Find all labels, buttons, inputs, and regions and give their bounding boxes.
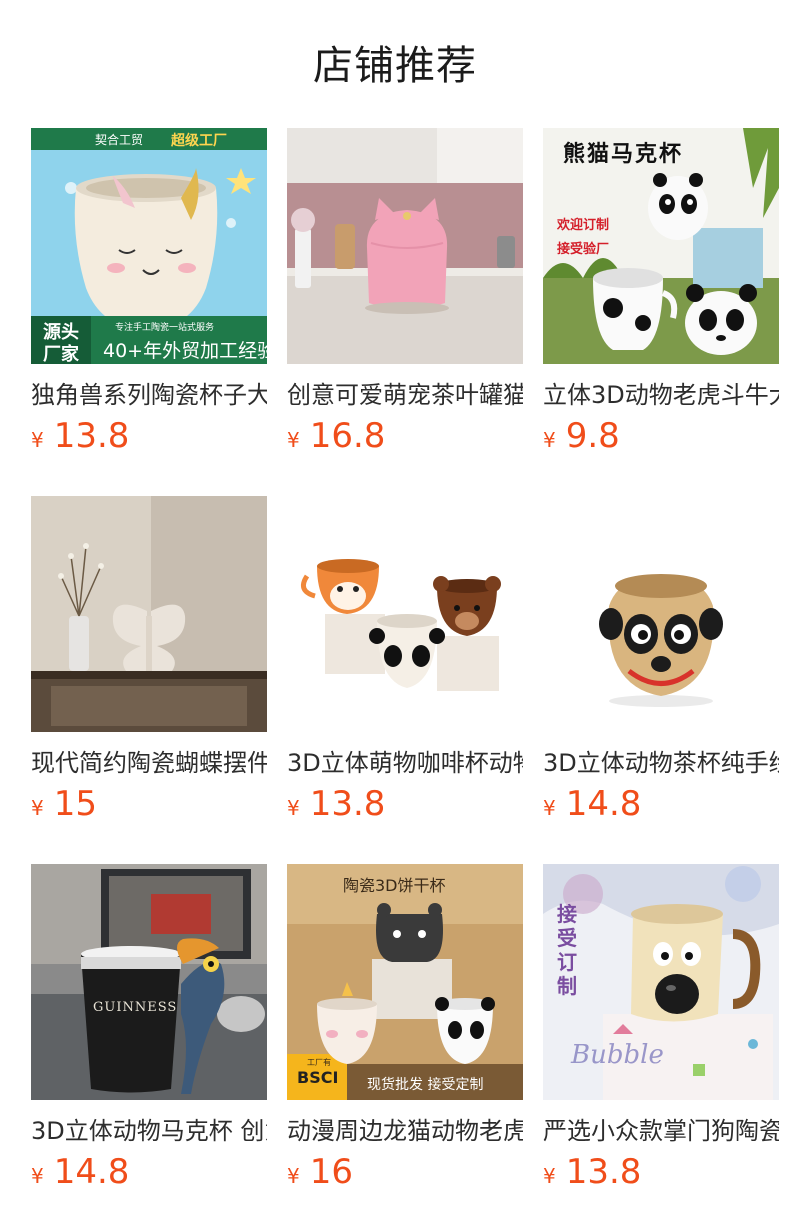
product-card[interactable]: 陶瓷3D饼干杯 工厂有 BSCI 现货批发 接受定制 动漫周边龙猫动物老虎 ¥ … xyxy=(287,864,523,1192)
price-value: 16 xyxy=(309,1152,353,1192)
product-price: ¥ 16.8 xyxy=(287,416,385,458)
product-name[interactable]: 3D立体动物茶杯纯手绘 xyxy=(543,746,779,780)
product-card[interactable]: 契合工贸 超级工厂 源头 厂家 专注手工陶瓷一站式服务 40+年外贸加工经验 独… xyxy=(31,128,267,456)
banner-tag-2: 接受验厂 xyxy=(557,242,610,257)
cat-tea-jar-illustration xyxy=(287,128,523,364)
banner-badge: 超级工厂 xyxy=(171,133,227,149)
store-recommendations-page: 店铺推荐 契合工贸 超级工厂 源头 厂家 专注手工陶瓷一站式服务 40+年外贸加… xyxy=(0,0,790,1232)
banner-headline: 熊猫马克杯 xyxy=(563,142,684,167)
currency-symbol: ¥ xyxy=(31,796,44,820)
product-name[interactable]: 现代简约陶瓷蝴蝶摆件 xyxy=(31,746,267,780)
butterfly-ornament-image[interactable] xyxy=(31,496,267,732)
product-card[interactable]: 3D立体萌物咖啡杯动物 ¥ 13.8 xyxy=(287,496,523,824)
product-card[interactable]: 熊猫马克杯 欢迎订制 接受验厂 立体3D动物老虎斗牛犬 ¥ 9.8 xyxy=(543,128,779,456)
currency-symbol: ¥ xyxy=(543,428,556,452)
product-price: ¥ 13.8 xyxy=(31,416,129,458)
currency-symbol: ¥ xyxy=(287,428,300,452)
product-price: ¥ 16 xyxy=(287,1152,353,1194)
price-value: 15 xyxy=(53,784,97,824)
product-card[interactable]: GUINNESS 3D立体动物马克杯 创意 ¥ 14.8 xyxy=(31,864,267,1192)
butterfly-ornament-illustration xyxy=(31,496,267,732)
banner-left-bottom: 厂家 xyxy=(43,344,79,364)
currency-symbol: ¥ xyxy=(31,428,44,452)
price-value: 16.8 xyxy=(309,416,386,456)
currency-symbol: ¥ xyxy=(543,796,556,820)
product-card[interactable]: 现代简约陶瓷蝴蝶摆件 ¥ 15 xyxy=(31,496,267,824)
product-name[interactable]: 立体3D动物老虎斗牛犬 xyxy=(543,378,779,412)
unicorn-mug-image[interactable]: 契合工贸 超级工厂 源头 厂家 专注手工陶瓷一站式服务 40+年外贸加工经验 xyxy=(31,128,267,364)
product-name[interactable]: 独角兽系列陶瓷杯子大 xyxy=(31,378,267,412)
price-value: 13.8 xyxy=(565,1152,642,1192)
banner-headline: 陶瓷3D饼干杯 xyxy=(343,876,446,895)
meerkat-mug-image[interactable] xyxy=(543,496,779,732)
page-title: 店铺推荐 xyxy=(313,43,477,89)
toucan-mug-image[interactable]: GUINNESS xyxy=(31,864,267,1100)
product-grid: 契合工贸 超级工厂 源头 厂家 专注手工陶瓷一站式服务 40+年外贸加工经验 独… xyxy=(31,128,779,1192)
currency-symbol: ¥ xyxy=(31,1164,44,1188)
product-price: ¥ 13.8 xyxy=(543,1152,641,1194)
cert-small-label: 工厂有 xyxy=(307,1058,331,1067)
price-value: 9.8 xyxy=(565,416,620,456)
cat-tea-jar-image[interactable] xyxy=(287,128,523,364)
currency-symbol: ¥ xyxy=(287,1164,300,1188)
cert-badge: BSCI xyxy=(297,1068,339,1087)
price-value: 14.8 xyxy=(565,784,642,824)
animal-coffee-cups-illustration xyxy=(287,496,523,732)
product-price: ¥ 14.8 xyxy=(31,1152,129,1194)
price-value: 14.8 xyxy=(53,1152,130,1192)
price-value: 13.8 xyxy=(53,416,130,456)
product-card[interactable]: 接受订制 Bubble 严选小众款掌门狗陶瓷 ¥ 13.8 xyxy=(543,864,779,1192)
product-card[interactable]: 创意可爱萌宠茶叶罐猫 ¥ 16.8 xyxy=(287,128,523,456)
product-name[interactable]: 严选小众款掌门狗陶瓷 xyxy=(543,1114,779,1148)
currency-symbol: ¥ xyxy=(543,1164,556,1188)
box-text: Bubble xyxy=(571,1040,664,1070)
product-price: ¥ 13.8 xyxy=(287,784,385,826)
price-value: 13.8 xyxy=(309,784,386,824)
banner-footer: 现货批发 接受定制 xyxy=(367,1077,484,1093)
banner-tag-1: 欢迎订制 xyxy=(557,218,610,233)
currency-symbol: ¥ xyxy=(287,796,300,820)
mug-label: GUINNESS xyxy=(93,1000,178,1015)
panda-mugs-image[interactable]: 熊猫马克杯 欢迎订制 接受验厂 xyxy=(543,128,779,364)
product-name[interactable]: 3D立体萌物咖啡杯动物 xyxy=(287,746,523,780)
meerkat-mug-illustration xyxy=(543,496,779,732)
product-name[interactable]: 3D立体动物马克杯 创意 xyxy=(31,1114,267,1148)
product-name[interactable]: 动漫周边龙猫动物老虎 xyxy=(287,1114,523,1148)
product-name[interactable]: 创意可爱萌宠茶叶罐猫 xyxy=(287,378,523,412)
dog-mug-image[interactable]: 接受订制 Bubble xyxy=(543,864,779,1100)
product-price: ¥ 15 xyxy=(31,784,97,826)
banner-brand: 契合工贸 xyxy=(95,133,144,147)
toucan-mug-illustration xyxy=(31,864,267,1100)
product-card[interactable]: 3D立体动物茶杯纯手绘 ¥ 14.8 xyxy=(543,496,779,824)
banner-small: 专注手工陶瓷一站式服务 xyxy=(115,323,215,333)
animal-coffee-cups-image[interactable] xyxy=(287,496,523,732)
banner-main: 40+年外贸加工经验 xyxy=(103,340,267,362)
banner-side: 接受订制 xyxy=(557,902,577,998)
product-price: ¥ 9.8 xyxy=(543,416,620,458)
cookie-cups-image[interactable]: 陶瓷3D饼干杯 工厂有 BSCI 现货批发 接受定制 xyxy=(287,864,523,1100)
product-price: ¥ 14.8 xyxy=(543,784,641,826)
